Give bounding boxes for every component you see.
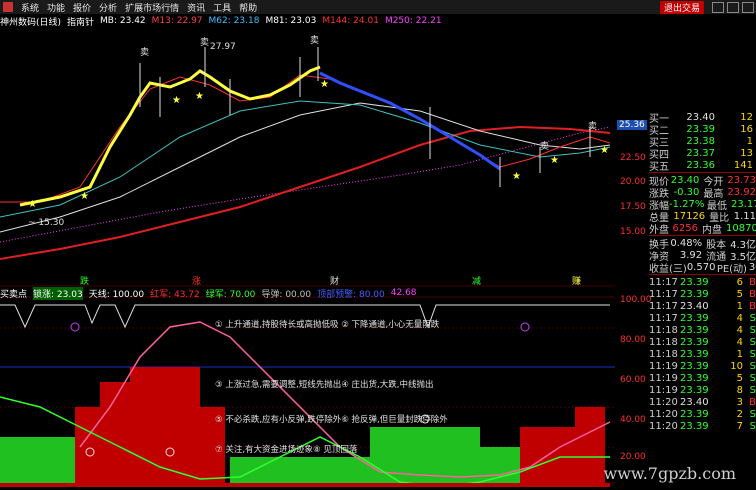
stat-row: 收益(三)0.570PE(动)30.4 — [649, 261, 756, 275]
ma-item: M62: 23.18 — [208, 16, 260, 26]
ma62-line — [0, 100, 611, 218]
stat-row: 外盘 6256 内盘 10870 — [649, 222, 756, 236]
sell-tag: 卖 — [310, 35, 319, 46]
star-icon: ★ — [172, 95, 181, 106]
ma-item: M144: 24.01 — [322, 16, 379, 26]
tick-row: 11:19 23.39 5 S — [649, 372, 756, 384]
low-price-label: ~ 15.30 — [28, 218, 64, 228]
mid-label: 涨 — [192, 276, 201, 287]
uptrend-band — [19, 65, 321, 207]
oscillator-info-bar: 买卖点 锁涨: 23.03 天线: 100.00 红军: 43.72 绿军: 7… — [0, 286, 423, 300]
tick-row: 11:20 23.39 7 S — [649, 420, 756, 432]
menu-item-help[interactable]: 帮助 — [239, 1, 257, 14]
stock-title: 神州数码(日线) — [0, 17, 62, 28]
osc-axis-label: 80.00 — [620, 335, 646, 345]
menu-item-extended-market[interactable]: 扩展市场行情 — [125, 1, 179, 14]
tick-row: 11:20 23.39 2 S — [649, 408, 756, 420]
ma-item: MB: 23.42 — [100, 16, 146, 26]
note-line: ① 上升通道,持股待长或高抛低吸 ② 下降通道,小心无量阴跌 — [215, 319, 440, 330]
star-icon: ★ — [80, 191, 89, 202]
ma144-line — [0, 125, 611, 260]
sell-tag: 卖 — [588, 121, 597, 132]
ma-item: M81: 23.03 — [265, 16, 317, 26]
star-icon: ★ — [320, 79, 329, 90]
osc-item: 锁涨: 23.03 — [33, 286, 83, 300]
menu-bar: 系统 功能 报价 分析 扩展市场行情 资讯 工具 帮助 退出交易 — [0, 0, 756, 14]
note-line: ⑤ 不必杀跌,应有小反弹,跌停除外⑥ 抢反弹,但巨量封跌停除外 — [215, 414, 448, 425]
menu-item-function[interactable]: 功能 — [47, 1, 65, 14]
close-icon[interactable] — [742, 2, 754, 13]
mid-label: 跌 — [80, 276, 89, 287]
quote-panel: 买一 23.40 12 买二 23.39 16 买三 23.38 1 买四 23.37 13 买… — [649, 111, 756, 490]
osc-axis-label: 40.00 — [620, 415, 646, 425]
exit-trade-button[interactable]: 退出交易 — [659, 1, 704, 14]
osc-axis-label: 60.00 — [620, 375, 646, 385]
menu-item-tools[interactable]: 工具 — [213, 1, 231, 14]
price-axis-label: 15.00 — [620, 227, 646, 237]
app-logo-icon — [3, 2, 13, 12]
watermark: www.7gpzb.com — [603, 464, 736, 483]
sell-tag: 卖 — [540, 141, 549, 152]
tick-row: 11:17 23.39 4 S — [649, 312, 756, 324]
osc-item: 42.68 — [390, 288, 417, 298]
osc-item: 天线: 100.00 — [88, 289, 145, 300]
mid-label: 减 — [472, 275, 481, 287]
ma-item: M250: 22.21 — [384, 16, 442, 26]
ma81-line — [0, 102, 611, 233]
osc-item: 导弹: 00.00 — [261, 289, 312, 300]
price-axis-label: 22.50 — [620, 153, 646, 163]
price-axis-label: 25.36 — [617, 120, 647, 130]
osc-item: 红军: 43.72 — [150, 289, 200, 300]
buy-star-markers: ★ ★ ★ ★ ★ ★ ★ ★ — [28, 79, 609, 210]
menu-item-system[interactable]: 系统 — [21, 1, 39, 14]
kline-chart[interactable]: ★ ★ ★ ★ ★ ★ ★ ★ ~ 15.30 27.97 卖 卖 卖 卖 卖 … — [0, 27, 615, 487]
note-line: ⑦ 关注,有大资金进场迹象⑧ 见顶回落 — [215, 444, 358, 455]
tick-row: 11:20 23.40 3 B — [649, 396, 756, 408]
bottom-signal-bar — [0, 483, 610, 487]
bid-row: 买五 23.36 141 — [649, 159, 753, 173]
minimize-icon[interactable] — [712, 2, 724, 13]
note-line: ③ 上涨过急,需要调整,短线先抛出④ 庄出货,大跌,中线抛出 — [215, 379, 433, 390]
star-icon: ★ — [195, 91, 204, 102]
ma-info-bar: 神州数码(日线) 指南针 MB: 23.42 M13: 22.97 M62: 2… — [0, 15, 448, 28]
star-icon: ★ — [550, 155, 559, 166]
mid-label: 财 — [330, 275, 339, 287]
osc-item: 顶部预警: 80.00 — [317, 289, 385, 300]
indicator-name: 指南针 — [67, 17, 95, 28]
tick-row: 11:18 23.39 4 S — [649, 336, 756, 348]
menu-item-quote[interactable]: 报价 — [73, 1, 91, 14]
star-icon: ★ — [600, 145, 609, 156]
osc-item: 绿军: 70.00 — [205, 289, 256, 300]
window-controls — [712, 2, 754, 13]
osc-axis-label: 20.00 — [620, 452, 646, 462]
tick-row: 11:17 23.39 5 B — [649, 288, 756, 300]
price-axis-label: 20.00 — [620, 177, 646, 187]
tick-row: 11:19 23.39 10 S — [649, 360, 756, 372]
tick-row: 11:18 23.39 4 S — [649, 324, 756, 336]
trend-band — [319, 71, 501, 171]
tick-row: 11:17 23.40 1 B — [649, 300, 756, 312]
tick-row: 11:19 23.39 8 S — [649, 384, 756, 396]
ma-item: M13: 22.97 — [151, 16, 203, 26]
price-axis-label: 17.50 — [620, 202, 646, 212]
sell-tag: 卖 — [200, 37, 209, 48]
osc-item: 买卖点 — [0, 289, 28, 300]
star-icon: ★ — [512, 171, 521, 182]
mid-label: 赚 — [572, 275, 581, 287]
tick-row: 11:17 23.39 6 B — [649, 276, 756, 288]
osc-axis-label: 100.00 — [620, 295, 652, 305]
tick-row: 11:18 23.39 1 S — [649, 348, 756, 360]
high-price-label: 27.97 — [210, 42, 236, 52]
star-icon: ★ — [28, 199, 37, 210]
maximize-icon[interactable] — [727, 2, 739, 13]
menu-item-news[interactable]: 资讯 — [187, 1, 205, 14]
tick-list[interactable]: 11:17 23.39 6 B 11:17 23.39 5 B 11:17 23.40 1 B 11:1… — [649, 276, 756, 432]
menu-item-analysis[interactable]: 分析 — [99, 1, 117, 14]
sell-tag: 卖 — [140, 47, 149, 58]
